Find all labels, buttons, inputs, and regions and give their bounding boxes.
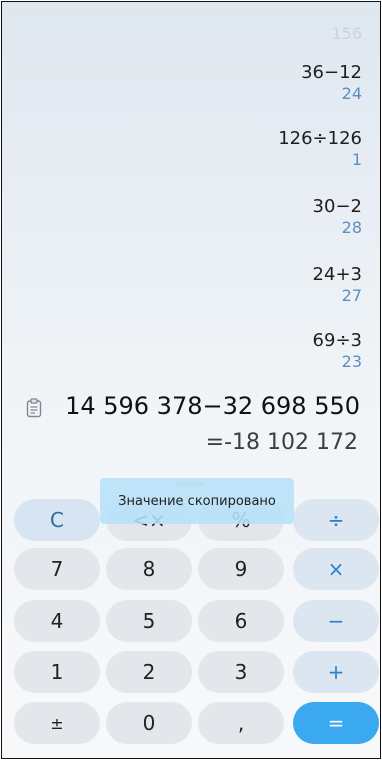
copied-toast: Значение скопировано: [100, 478, 294, 524]
history-item[interactable]: 30−2 28: [62, 196, 362, 238]
expression-display[interactable]: 14 596 378−32 698 550: [65, 392, 360, 420]
digit-2-button[interactable]: 2: [106, 651, 192, 693]
digit-7-button[interactable]: 7: [14, 548, 100, 590]
calculator-app: 156 36−12 24 126÷126 1 30−2 28 24+3 27 6…: [1, 1, 381, 759]
plus-button[interactable]: +: [293, 651, 379, 693]
history-item[interactable]: 69÷3 23: [62, 330, 362, 372]
history-expression: 69÷3: [312, 330, 362, 351]
history-partial-result: 156: [331, 24, 362, 43]
digit-8-button[interactable]: 8: [106, 548, 192, 590]
plus-minus-button[interactable]: ±: [14, 702, 100, 744]
digit-6-button[interactable]: 6: [198, 600, 284, 642]
history-item[interactable]: 126÷126 1: [62, 128, 362, 170]
clear-button[interactable]: C: [14, 499, 100, 541]
history-expression: 36−12: [301, 62, 362, 83]
history-result: 28: [341, 218, 362, 237]
history-result: 1: [351, 150, 362, 169]
history-item[interactable]: 36−12 24: [62, 62, 362, 104]
digit-4-button[interactable]: 4: [14, 600, 100, 642]
digit-9-button[interactable]: 9: [198, 548, 284, 590]
comma-button[interactable]: ,: [198, 702, 284, 744]
history-expression: 24+3: [312, 264, 362, 285]
history-result: 23: [341, 352, 362, 371]
multiply-button[interactable]: ×: [293, 548, 379, 590]
history-expression: 126÷126: [278, 128, 362, 149]
history-expression: 30−2: [312, 196, 362, 217]
digit-0-button[interactable]: 0: [106, 702, 192, 744]
history-item[interactable]: 24+3 27: [62, 264, 362, 306]
digit-1-button[interactable]: 1: [14, 651, 100, 693]
history-result: 24: [341, 84, 362, 103]
divide-button[interactable]: ÷: [293, 499, 379, 541]
digit-3-button[interactable]: 3: [198, 651, 284, 693]
minus-button[interactable]: −: [293, 600, 379, 642]
equals-button[interactable]: =: [293, 702, 379, 744]
clipboard-icon[interactable]: [26, 398, 42, 418]
result-display[interactable]: =-18 102 172: [206, 430, 358, 455]
history-result: 27: [341, 286, 362, 305]
digit-5-button[interactable]: 5: [106, 600, 192, 642]
